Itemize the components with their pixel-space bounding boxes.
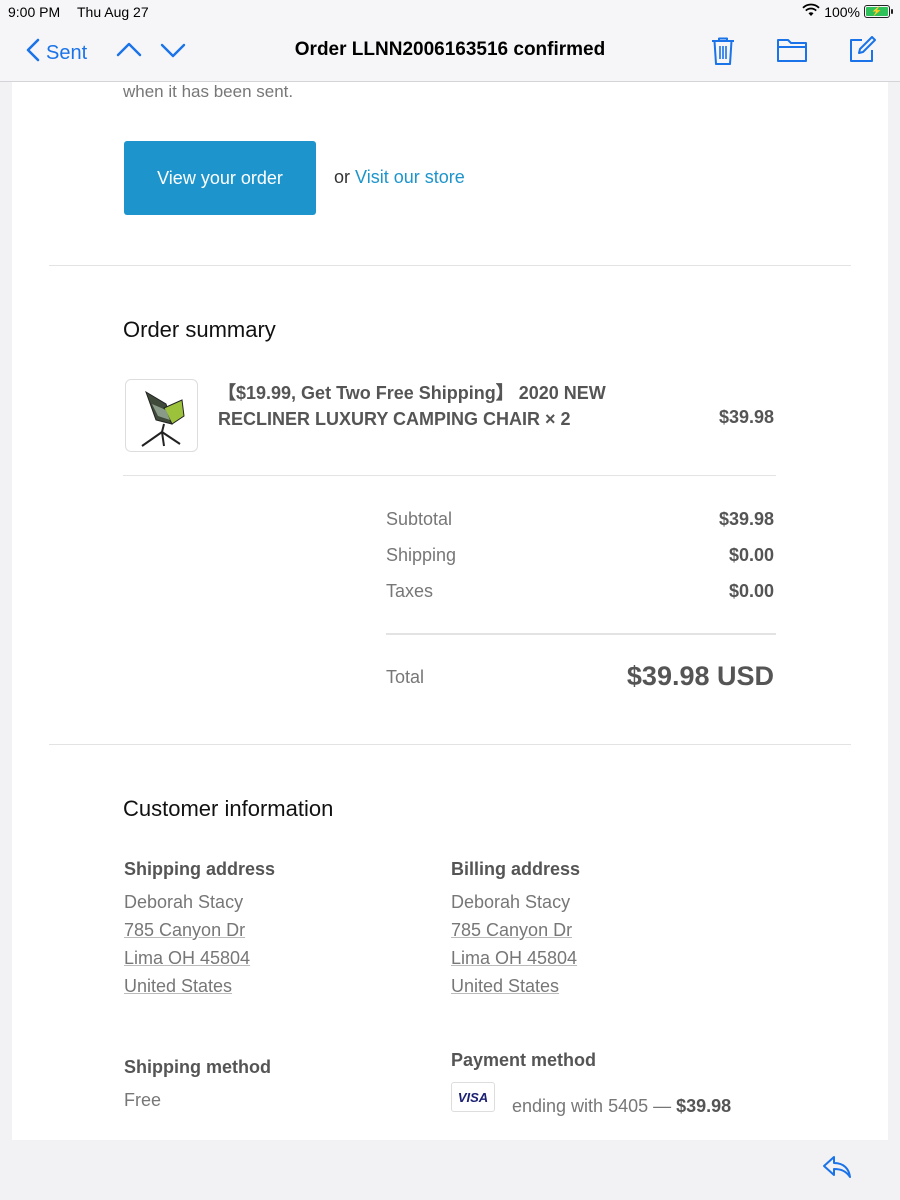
shipping-label: Shipping bbox=[386, 545, 457, 565]
shipping-city-link[interactable]: Lima OH 45804 bbox=[124, 948, 250, 969]
shipping-street-link[interactable]: 785 Canyon Dr bbox=[124, 920, 245, 941]
billing-city-link[interactable]: Lima OH 45804 bbox=[451, 948, 577, 969]
trash-button[interactable] bbox=[710, 36, 736, 66]
status-bar: 9:00 PM Thu Aug 27 100% ⚡ bbox=[0, 0, 900, 24]
total-value: $39.98 USD bbox=[626, 661, 774, 691]
battery-icon: ⚡ bbox=[864, 5, 893, 18]
mail-toolbar: Sent Order LLNN2006163516 confirmed bbox=[0, 24, 900, 82]
taxes-label: Taxes bbox=[386, 581, 434, 601]
battery-percent: 100% bbox=[824, 3, 860, 20]
billing-address-heading: Billing address bbox=[451, 859, 581, 879]
billing-country-link[interactable]: United States bbox=[451, 976, 559, 997]
product-name: 【$19.99, Get Two Free Shipping】 2020 NEW… bbox=[218, 383, 606, 429]
total-label: Total bbox=[386, 667, 425, 687]
shipping-value: $0.00 bbox=[728, 545, 774, 565]
or-text: or bbox=[334, 167, 351, 187]
camping-chair-icon bbox=[141, 390, 185, 447]
status-right: 100% ⚡ bbox=[802, 3, 893, 20]
intro-text: when it has been sent. bbox=[123, 82, 294, 101]
shipping-country-link[interactable]: United States bbox=[124, 976, 232, 997]
total-divider bbox=[386, 633, 776, 635]
shipping-address-heading: Shipping address bbox=[124, 859, 276, 879]
taxes-value: $0.00 bbox=[728, 581, 774, 601]
card-ending-text: ending with 5405 — bbox=[512, 1096, 672, 1116]
shipping-method-value: Free bbox=[124, 1090, 162, 1110]
trash-icon bbox=[712, 37, 734, 65]
product-price: $39.98 bbox=[718, 407, 774, 427]
view-order-button[interactable]: View your order bbox=[124, 141, 316, 215]
toolbar-actions bbox=[710, 36, 876, 66]
payment-details: ending with 5405 — $39.98 bbox=[512, 1096, 731, 1117]
payment-amount: $39.98 bbox=[676, 1096, 732, 1116]
order-summary-title: Order summary bbox=[123, 317, 276, 342]
status-date: Thu Aug 27 bbox=[77, 4, 149, 20]
folder-icon bbox=[777, 39, 807, 62]
compose-button[interactable] bbox=[848, 36, 876, 66]
payment-method-heading: Payment method bbox=[451, 1050, 597, 1070]
reply-button[interactable] bbox=[822, 1154, 852, 1185]
wifi-icon bbox=[802, 3, 820, 20]
visa-card-icon: VISA bbox=[451, 1082, 495, 1112]
divider bbox=[123, 475, 776, 476]
product-image bbox=[125, 379, 198, 452]
divider bbox=[49, 265, 851, 266]
bottom-toolbar bbox=[0, 1140, 900, 1200]
shipping-method-heading: Shipping method bbox=[124, 1057, 271, 1077]
reply-icon bbox=[823, 1156, 851, 1178]
subtotal-label: Subtotal bbox=[386, 509, 453, 529]
compose-icon bbox=[850, 36, 876, 62]
store-link-line: or Visit our store bbox=[334, 167, 465, 188]
customer-info-title: Customer information bbox=[123, 796, 334, 821]
email-body: when it has been sent. View your order o… bbox=[12, 82, 888, 1140]
billing-street-link[interactable]: 785 Canyon Dr bbox=[451, 920, 572, 941]
subtotal-value: $39.98 bbox=[718, 509, 774, 529]
visit-store-link[interactable]: Visit our store bbox=[355, 167, 465, 187]
status-time: 9:00 PM bbox=[8, 4, 61, 20]
shipping-name: Deborah Stacy bbox=[124, 892, 244, 912]
billing-name: Deborah Stacy bbox=[451, 892, 571, 912]
divider bbox=[49, 744, 851, 745]
move-to-folder-button[interactable] bbox=[776, 36, 808, 66]
